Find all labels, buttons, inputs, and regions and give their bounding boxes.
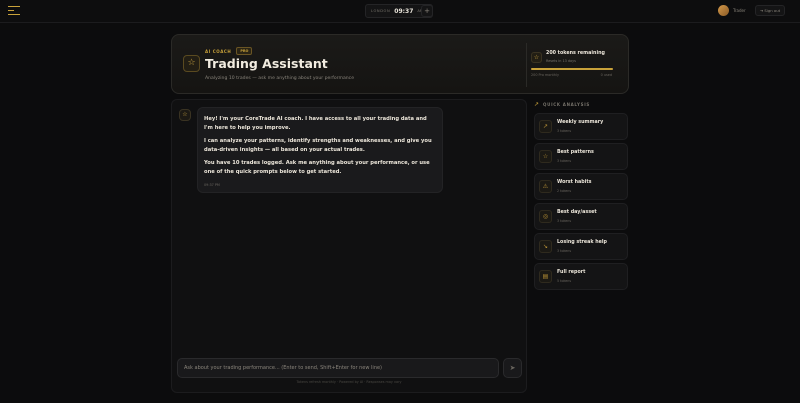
hero-badges: AI COACH PRO	[205, 47, 253, 55]
quick-prompt-cost: 2 tokens	[557, 189, 572, 193]
send-button[interactable]: ➤	[503, 358, 522, 378]
message-paragraph: I can analyze your patterns, identify st…	[204, 138, 432, 153]
message-time: 09:37 PM	[204, 183, 220, 187]
quick-prompt-best-patterns[interactable]: ☆ Best patterns 3 tokens	[534, 143, 628, 170]
clock-time: 09:37	[394, 7, 414, 15]
quick-prompt-cost: 3 tokens	[557, 129, 572, 133]
quick-prompt-cost: 5 tokens	[557, 279, 572, 283]
user-menu[interactable]: Trader	[718, 5, 746, 16]
quick-prompt-best-day-asset[interactable]: ◎ Best day/asset 3 tokens	[534, 203, 628, 230]
quick-prompt-cost: 3 tokens	[557, 219, 572, 223]
assistant-message: Hey! I'm your CoreTrade AI coach. I have…	[197, 107, 443, 193]
menu-icon[interactable]	[8, 6, 20, 17]
down-trend-icon: ↘	[539, 240, 552, 253]
quick-prompt-weekly-summary[interactable]: ↗ Weekly summary 3 tokens	[534, 113, 628, 140]
quick-prompt-cost: 3 tokens	[557, 159, 572, 163]
sign-out-button[interactable]: ⇥ Sign out	[755, 5, 786, 16]
star-icon: ☆	[531, 52, 542, 63]
tokens-reset: Resets in 13 days	[546, 59, 576, 63]
quick-prompt-title: Best day/asset	[557, 210, 597, 215]
token-panel: ☆ 200 tokens remaining Resets in 13 days…	[526, 43, 614, 87]
send-icon: ➤	[509, 364, 516, 372]
quick-prompt-title: Weekly summary	[557, 120, 604, 125]
star-icon: ☆	[179, 109, 191, 121]
tokens-title: 200 tokens remaining	[546, 51, 605, 56]
avatar	[718, 5, 729, 16]
chat-panel: ☆ Hey! I'm your CoreTrade AI coach. I ha…	[171, 99, 527, 393]
star-icon: ☆	[539, 150, 552, 163]
quick-prompt-losing-streak[interactable]: ↘ Losing streak help 3 tokens	[534, 233, 628, 260]
hero-card: AI COACH PRO ☆ Trading Assistant Analyzi…	[171, 34, 629, 94]
message-paragraph: You have 10 trades logged. Ask me anythi…	[204, 160, 430, 175]
quick-prompt-title: Worst habits	[557, 180, 592, 185]
coach-label: AI COACH	[205, 48, 232, 54]
page-subtitle: Analyzing 10 trades — ask me anything ab…	[205, 76, 355, 81]
clock-city: LONDON	[371, 9, 391, 13]
chat-input[interactable]: Ask about your trading performance... (E…	[177, 358, 499, 378]
quick-analysis-label: QUICK ANALYSIS	[543, 102, 591, 107]
quick-prompt-title: Best patterns	[557, 150, 594, 155]
tokens-plan: 200 Pro monthly	[531, 73, 559, 77]
star-icon: ☆	[183, 55, 200, 72]
tokens-progress	[531, 68, 613, 70]
chat-hint: Tokens refresh monthly · Powered by AI ·…	[296, 380, 402, 384]
top-bar: LONDON 09:37 AM + Trader ⇥ Sign out	[0, 0, 800, 23]
warning-icon: ⚠	[539, 180, 552, 193]
quick-prompt-title: Full report	[557, 270, 586, 275]
trend-icon: ↗	[539, 120, 552, 133]
target-icon: ◎	[539, 210, 552, 223]
trend-icon: ↗	[534, 101, 540, 108]
quick-analysis-header: ↗ QUICK ANALYSIS	[534, 101, 590, 108]
quick-prompt-worst-habits[interactable]: ⚠ Worst habits 2 tokens	[534, 173, 628, 200]
message-paragraph: Hey! I'm your CoreTrade AI coach. I have…	[204, 116, 427, 131]
tokens-progress-fill	[531, 68, 613, 70]
tokens-used: 0 used	[600, 73, 612, 77]
quick-prompt-cost: 3 tokens	[557, 249, 572, 253]
quick-prompt-title: Losing streak help	[557, 240, 607, 245]
pro-badge: PRO	[236, 47, 253, 55]
quick-prompt-full-report[interactable]: ▤ Full report 5 tokens	[534, 263, 628, 290]
add-clock-button[interactable]: +	[421, 5, 433, 17]
document-icon: ▤	[539, 270, 552, 283]
user-name: Trader	[733, 8, 746, 13]
page-title: Trading Assistant	[205, 56, 328, 71]
